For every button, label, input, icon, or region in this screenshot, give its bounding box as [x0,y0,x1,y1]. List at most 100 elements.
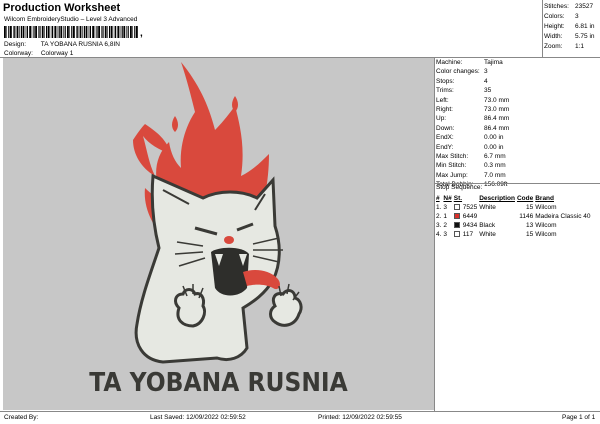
stop-sequence-title: Stop Sequence: [436,184,483,191]
machine-info-value: 4 [484,77,488,85]
machine-info-label: Max Jump: [436,171,468,179]
machine-info-row: Trims: 35 [436,86,600,95]
machine-info-label: Trims: [436,87,454,95]
machine-info-value: 7.0 mm [484,171,506,179]
stop-brand: Madeira Classic 40 [535,213,591,220]
machine-info-value: 6.7 mm [484,152,506,160]
footer: Created By: Last Saved: 12/09/2022 02:59… [0,412,600,424]
stat-height: Height: 6.81 in [544,23,595,30]
barcode-suffix: , [140,28,143,39]
stop-sequence-table: # N# St. Description Code Brand 1. 3 7525 W… [435,194,592,239]
stop-code: 15 [525,231,534,238]
machine-info-label: Right: [436,105,453,113]
machine-info-value: Tajima [484,59,503,66]
color-swatch [453,231,460,238]
color-swatch [453,204,460,211]
machine-info-label: Left: [436,96,449,104]
stop-brand: Wilcom [535,204,557,211]
col-needle: N# [443,195,452,202]
stop-stitches: 7525 [453,203,478,212]
machine-info-row: Machine: Tajima [436,58,600,67]
machine-info-value: 73.0 mm [484,105,510,113]
stat-stitches: Stitches: 23527 [544,3,594,10]
stop-needle: 1 [443,213,448,220]
machine-info-label: Min Stitch: [436,162,467,170]
stop-description [478,212,516,221]
created-by: Created By: [4,414,39,421]
printed-date: Printed: 12/09/2022 02:59:55 [318,414,402,421]
machine-info-label: EndY: [436,143,454,151]
col-stitches: St. [453,195,463,202]
last-saved: Last Saved: 12/09/2022 02:59:52 [150,414,246,421]
machine-info-row: Up: 86.4 mm [436,114,600,123]
machine-info-label: Up: [436,115,447,123]
machine-info-row: Down: 86.4 mm [436,124,600,133]
worksheet-title: Production Worksheet [3,2,121,14]
stop-description: White [479,231,496,238]
stop-code: 1146 [519,213,534,220]
stop-description: White [479,204,496,211]
page-number: Page 1 of 1 [562,414,596,421]
table-row: 4. 3 117 White 15 Wilcom [435,230,592,239]
col-code: Code [516,195,534,202]
stop-needle: 3 [443,204,448,211]
machine-info-value: 0.00 in [484,134,504,142]
stop-index: 2. [436,213,442,220]
stop-code: 15 [525,204,534,211]
machine-info-value: 3 [484,68,488,76]
machine-info-label: Color changes: [436,68,480,76]
stat-colors: Colors: 3 [544,13,579,20]
design-value: TA YOBANA RUSNIA 6,8IN [40,41,120,48]
machine-info-value: 0.3 mm [484,162,506,170]
design-lettering: TA YOBANA RUSNIA [89,368,348,398]
machine-info-value: 86.4 mm [484,124,510,132]
machine-info-value: 35 [484,87,492,95]
stop-needle: 2 [443,222,448,229]
machine-info-label: EndX: [436,134,454,142]
machine-info-row: Color changes: 3 [436,67,600,76]
machine-info-row: EndX: 0.00 in [436,133,600,142]
table-row: 1. 3 7525 White 15 Wilcom [435,203,592,212]
stop-index: 4. [436,231,442,238]
machine-info-label: Stops: [436,77,455,85]
flame-spark-shape [172,116,178,132]
stop-needle: 3 [443,231,448,238]
colorway-row: Colorway: Colorway 1 [4,50,73,57]
machine-info-row: Right: 73.0 mm [436,105,600,114]
machine-info-label: Down: [436,124,455,132]
stop-stitches: 117 [453,230,478,239]
table-row: 2. 1 6449 1146 Madeira Classic 40 [435,212,592,221]
stop-stitches: 9434 [453,221,478,230]
machine-info-row: Min Stitch: 0.3 mm [436,161,600,170]
cat-nose [224,236,234,244]
col-description: Description [479,195,515,202]
design-row: Design: TA YOBANA RUSNIA 6,8IN [4,41,120,48]
software-subtitle: Wilcom EmbroideryStudio – Level 3 Advanc… [4,16,138,23]
machine-info-value: 73.0 mm [484,96,510,104]
colorway-value: Colorway 1 [40,50,74,57]
stat-zoom: Zoom: 1:1 [544,43,585,50]
machine-info-row: EndY: 0.00 in [436,143,600,152]
machine-info-row: Max Jump: 7.0 mm [436,171,600,180]
stop-stitches: 6449 [453,212,478,221]
design-label: Design: [4,41,27,48]
machine-info-row: Left: 73.0 mm [436,96,600,105]
colorway-label: Colorway: [4,50,33,57]
machine-info-row: Stops: 4 [436,77,600,86]
stop-description: Black [479,222,496,229]
machine-info-row: Max Stitch: 6.7 mm [436,152,600,161]
stats-divider [542,0,543,58]
stop-index: 3. [436,222,442,229]
stop-header-row: # N# St. Description Code Brand [435,194,592,203]
machine-info-value: 0.00 in [484,143,504,151]
color-swatch [453,213,460,220]
col-brand: Brand [535,195,554,202]
stats-panel: Stitches: 23527 Colors: 3 Height: 6.81 in W… [544,2,600,52]
machine-info-value: 86.4 mm [484,115,510,123]
stop-code: 13 [525,222,534,229]
stat-width: Width: 5.75 in [544,33,595,40]
table-row: 3. 2 9434 Black 13 Wilcom [435,221,592,230]
cat-artwork [133,62,303,364]
machine-info-panel: Machine: Tajima Color changes: 3 Stops: 4 Trim… [436,58,600,189]
machine-info-label: Machine: [436,59,463,66]
